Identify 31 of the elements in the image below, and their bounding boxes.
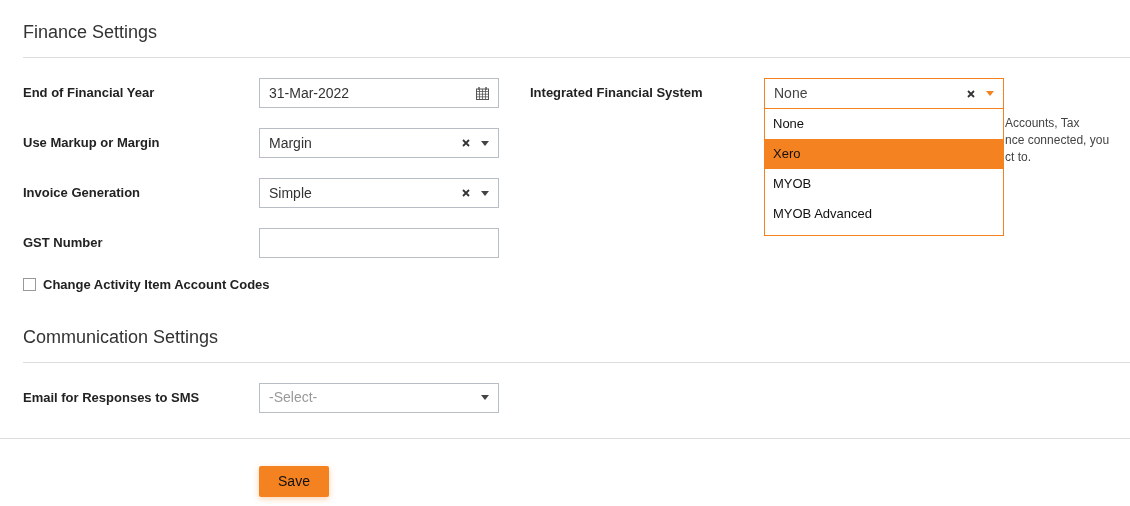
field-label: Use Markup or Margin (23, 134, 161, 152)
caret-icon (481, 140, 489, 146)
save-button[interactable]: Save (259, 465, 329, 497)
clear-icon[interactable] (462, 189, 470, 197)
field-label: Invoice Generation (23, 184, 142, 202)
help-text: ct to. (1005, 149, 1032, 166)
checkbox[interactable] (23, 278, 36, 292)
field-label: Email for Responses to SMS (23, 388, 201, 407)
dropdown-option[interactable]: None (765, 109, 1003, 139)
clear-icon[interactable] (462, 139, 470, 147)
date-field[interactable]: 31-Mar-2022 (259, 78, 499, 108)
caret-icon (986, 91, 994, 96)
select-field[interactable]: Simple (259, 178, 499, 208)
checkbox-label: Change Activity Item Account Codes (43, 276, 270, 294)
dropdown-option[interactable]: MYOB (765, 169, 1003, 199)
dropdown-option[interactable]: Xero (765, 139, 1003, 169)
select-field[interactable]: None (764, 78, 1004, 109)
field-label: End of Financial Year (23, 84, 156, 102)
select-field[interactable]: Margin (259, 128, 499, 158)
caret-icon (481, 395, 489, 400)
field-label: Integrated Financial System (530, 84, 704, 102)
clear-icon[interactable] (967, 89, 975, 98)
section-heading: Finance Settings (23, 21, 159, 44)
input-field[interactable] (259, 228, 499, 258)
field-label: GST Number (23, 234, 104, 252)
dropdown-option[interactable]: MYOB Advanced (765, 199, 1003, 229)
calendar-icon[interactable] (476, 86, 489, 100)
section-heading: Communication Settings (23, 325, 220, 349)
help-text: Accounts, Tax (1005, 115, 1081, 132)
caret-icon (481, 190, 489, 196)
help-text: nce connected, you (1005, 132, 1110, 149)
